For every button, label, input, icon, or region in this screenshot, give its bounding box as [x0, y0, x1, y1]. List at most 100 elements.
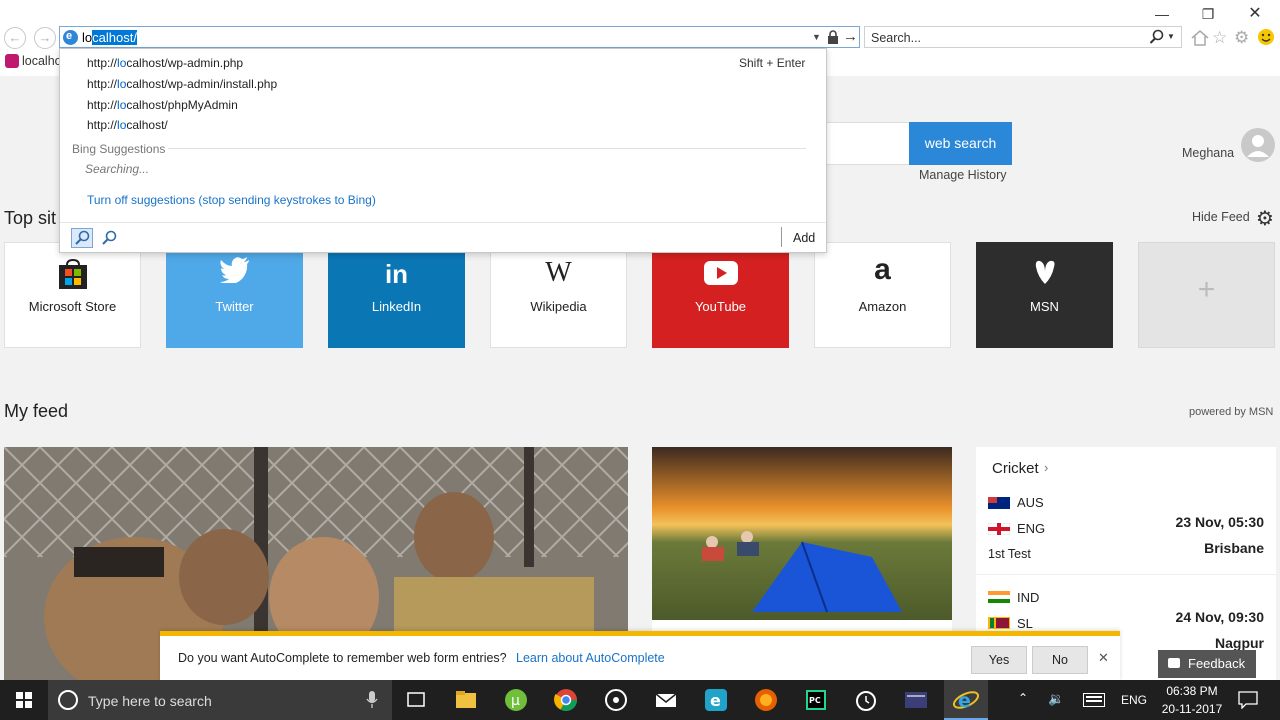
amazon-icon: a — [874, 253, 891, 286]
tile-microsoft-store[interactable]: Microsoft Store — [4, 242, 141, 348]
start-windows-icon[interactable] — [2, 680, 46, 720]
feed-image-camping[interactable] — [652, 447, 952, 620]
add-tile-button[interactable]: + — [1138, 242, 1275, 348]
hide-feed-link[interactable]: Hide Feed — [1192, 210, 1250, 224]
team-eng: ENG — [1017, 521, 1046, 536]
close-icon[interactable]: ✕ — [1098, 650, 1109, 666]
taskbar-search-input[interactable]: Type here to search — [88, 693, 212, 709]
no-button[interactable]: No — [1032, 646, 1088, 674]
learn-autocomplete-link[interactable]: Learn about AutoComplete — [516, 651, 665, 665]
feedback-button[interactable]: Feedback — [1158, 650, 1256, 678]
mail-icon[interactable] — [644, 680, 688, 720]
tile-wikipedia[interactable]: W Wikipedia — [490, 242, 627, 348]
cricket-title[interactable]: Cricket — [992, 460, 1039, 477]
match1-venue: Brisbane — [1204, 540, 1264, 556]
history-suggestion[interactable]: http://localhost/ — [87, 118, 168, 132]
home-icon[interactable] — [1190, 28, 1210, 48]
dropdown-arrow-icon[interactable]: ▼ — [812, 32, 821, 42]
history-suggestion[interactable]: http://localhost/wp-admin.php — [87, 56, 243, 70]
media-player-icon[interactable] — [594, 680, 638, 720]
history-suggestion[interactable]: http://localhost/phpMyAdmin — [87, 98, 238, 112]
tile-twitter[interactable]: Twitter — [166, 242, 303, 348]
search-dropdown-icon[interactable]: ▼ — [1167, 32, 1175, 41]
restore-icon[interactable]: ❐ — [1193, 4, 1223, 24]
wikipedia-icon: W — [545, 257, 572, 288]
my-feed-heading: My feed — [4, 401, 69, 421]
tile-msn[interactable]: MSN — [976, 242, 1113, 348]
back-icon[interactable]: ← — [4, 27, 26, 49]
tile-amazon[interactable]: a Amazon — [814, 242, 951, 348]
app-window-icon[interactable] — [894, 680, 938, 720]
tile-label: LinkedIn — [371, 299, 422, 314]
manage-history-link[interactable]: Manage History — [919, 168, 1007, 182]
keyboard-icon[interactable] — [1083, 693, 1105, 707]
address-input[interactable]: localhost/ — [82, 30, 137, 45]
aus-flag-icon — [988, 497, 1010, 509]
chrome-icon[interactable] — [544, 680, 588, 720]
minimize-icon[interactable]: — — [1147, 4, 1177, 24]
top-sites-heading: Top sit — [4, 208, 57, 228]
shortcut-hint: Shift + Enter — [739, 56, 806, 70]
plus-icon: + — [1197, 273, 1216, 306]
divider — [976, 574, 1276, 575]
avatar[interactable] — [1240, 127, 1276, 163]
volume-icon[interactable]: 🔉 — [1048, 691, 1064, 707]
smiley-feedback-icon[interactable] — [1256, 27, 1276, 47]
pycharm-icon[interactable]: PC — [794, 680, 838, 720]
match2-date: 24 Nov, 09:30 — [1175, 609, 1264, 625]
svg-text:e: e — [958, 690, 971, 712]
action-center-icon[interactable] — [1238, 691, 1258, 709]
tile-linkedin[interactable]: in LinkedIn — [328, 242, 465, 348]
tile-label: Microsoft Store — [28, 299, 117, 314]
ind-flag-icon — [988, 591, 1010, 603]
team-aus: AUS — [1017, 495, 1044, 510]
alarm-clock-icon[interactable] — [844, 680, 888, 720]
language-indicator[interactable]: ENG — [1121, 693, 1147, 707]
chevron-right-icon[interactable]: › — [1044, 460, 1048, 475]
firefox-icon[interactable] — [744, 680, 788, 720]
search-icon[interactable] — [100, 229, 118, 247]
chevron-up-icon[interactable]: ⌃ — [1018, 691, 1028, 705]
search-input[interactable]: Search... — [871, 31, 921, 45]
svg-text:µ: µ — [511, 693, 520, 709]
web-search-button[interactable]: web search — [909, 122, 1012, 165]
add-provider-button[interactable]: Add — [793, 231, 815, 245]
taskbar-search-box[interactable]: Type here to search — [48, 680, 392, 720]
microphone-icon[interactable] — [366, 691, 378, 709]
twitter-bird-icon — [219, 257, 250, 283]
divider — [781, 227, 782, 247]
sl-flag-icon — [988, 617, 1010, 629]
address-bar[interactable]: e localhost/ ▼ → — [59, 26, 860, 48]
tile-label: MSN — [1030, 299, 1059, 314]
yes-button[interactable]: Yes — [971, 646, 1027, 674]
internet-explorer-icon[interactable]: e — [944, 680, 988, 720]
browser-tab[interactable]: localho — [0, 52, 62, 72]
searching-status: Searching... — [85, 162, 150, 176]
lock-icon[interactable] — [827, 30, 839, 44]
user-name[interactable]: Meghana — [1182, 146, 1234, 160]
close-icon[interactable]: ✕ — [1240, 4, 1270, 24]
youtube-play-icon — [703, 261, 738, 285]
feedback-label: Feedback — [1188, 656, 1246, 671]
favorites-star-icon[interactable]: ☆ — [1212, 28, 1232, 48]
history-suggestion[interactable]: http://localhost/wp-admin/install.php — [87, 77, 277, 91]
turn-off-suggestions-link[interactable]: Turn off suggestions (stop sending keyst… — [87, 193, 376, 207]
go-arrow-icon[interactable]: → — [843, 28, 858, 45]
clock-time[interactable]: 06:38 PM — [1152, 684, 1232, 698]
match1-date: 23 Nov, 05:30 — [1175, 514, 1264, 530]
utorrent-icon[interactable]: µ — [494, 680, 538, 720]
web-search-input[interactable] — [826, 122, 909, 165]
search-provider-icon[interactable] — [71, 228, 93, 248]
forward-icon[interactable]: → — [34, 27, 56, 49]
feed-settings-gear-icon[interactable]: ⚙ — [1256, 206, 1274, 231]
edge-icon[interactable]: e — [694, 680, 738, 720]
team-sl: SL — [1017, 616, 1033, 631]
tile-youtube[interactable]: YouTube — [652, 242, 789, 348]
search-icon[interactable] — [1149, 29, 1165, 45]
clock-date[interactable]: 20-11-2017 — [1152, 702, 1232, 716]
task-view-icon[interactable] — [394, 680, 438, 720]
gear-icon[interactable]: ⚙ — [1234, 28, 1254, 48]
file-explorer-icon[interactable] — [444, 680, 488, 720]
browser-search-box[interactable]: Search... ▼ — [864, 26, 1182, 48]
microsoft-store-icon — [57, 259, 89, 289]
